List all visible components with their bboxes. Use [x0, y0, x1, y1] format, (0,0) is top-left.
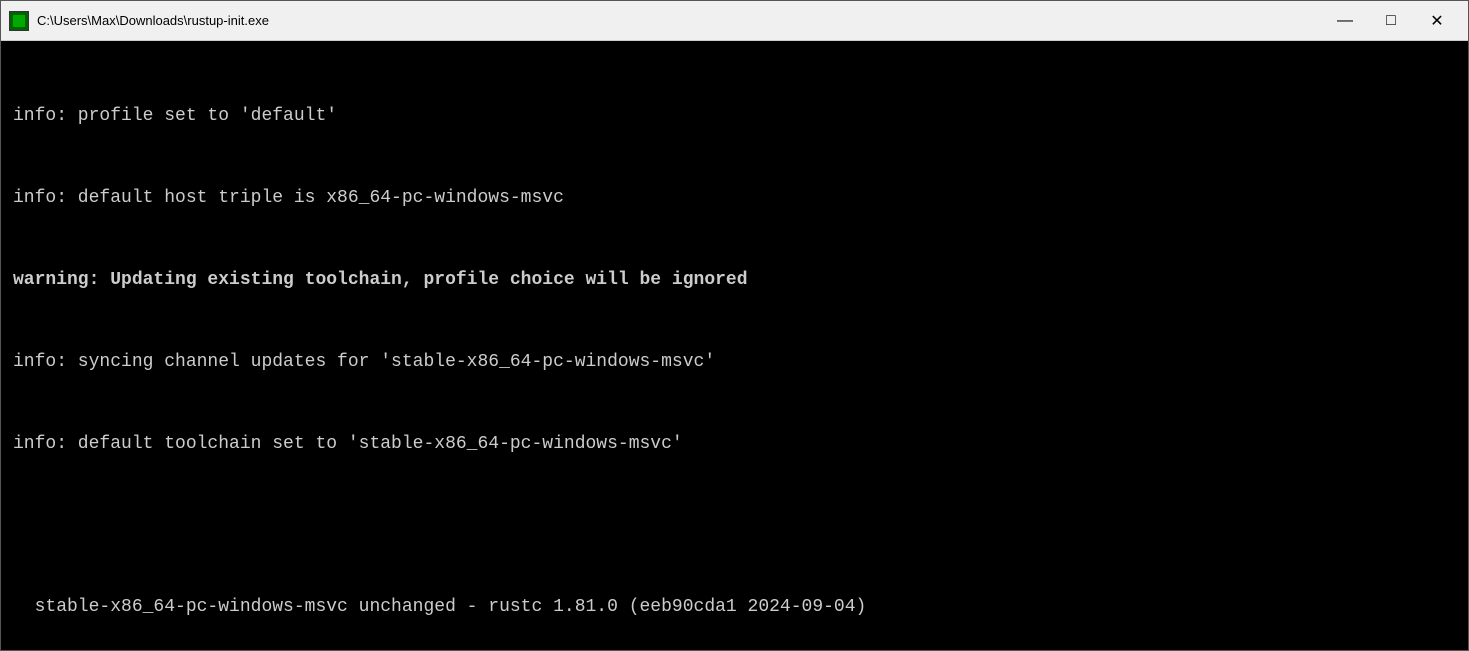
terminal-body[interactable]: info: profile set to 'default' info: def…	[1, 41, 1468, 650]
terminal-window: C:\Users\Max\Downloads\rustup-init.exe —…	[0, 0, 1469, 651]
minimize-button[interactable]: —	[1322, 1, 1368, 41]
terminal-line-empty-1	[13, 512, 1456, 540]
close-button[interactable]: ✕	[1414, 1, 1460, 41]
terminal-line-3: warning: Updating existing toolchain, pr…	[13, 267, 1456, 295]
window-controls: — □ ✕	[1322, 1, 1460, 41]
app-icon	[9, 11, 29, 31]
terminal-line-4: info: syncing channel updates for 'stabl…	[13, 349, 1456, 377]
terminal-line-1: info: profile set to 'default'	[13, 103, 1456, 131]
app-icon-inner	[13, 15, 25, 27]
title-bar: C:\Users\Max\Downloads\rustup-init.exe —…	[1, 1, 1468, 41]
window-title: C:\Users\Max\Downloads\rustup-init.exe	[37, 13, 269, 28]
title-bar-left: C:\Users\Max\Downloads\rustup-init.exe	[9, 11, 269, 31]
terminal-content: info: profile set to 'default' info: def…	[13, 49, 1456, 650]
maximize-button[interactable]: □	[1368, 1, 1414, 41]
terminal-line-2: info: default host triple is x86_64-pc-w…	[13, 185, 1456, 213]
terminal-line-5: info: default toolchain set to 'stable-x…	[13, 431, 1456, 459]
terminal-line-6: stable-x86_64-pc-windows-msvc unchanged …	[13, 594, 1456, 622]
